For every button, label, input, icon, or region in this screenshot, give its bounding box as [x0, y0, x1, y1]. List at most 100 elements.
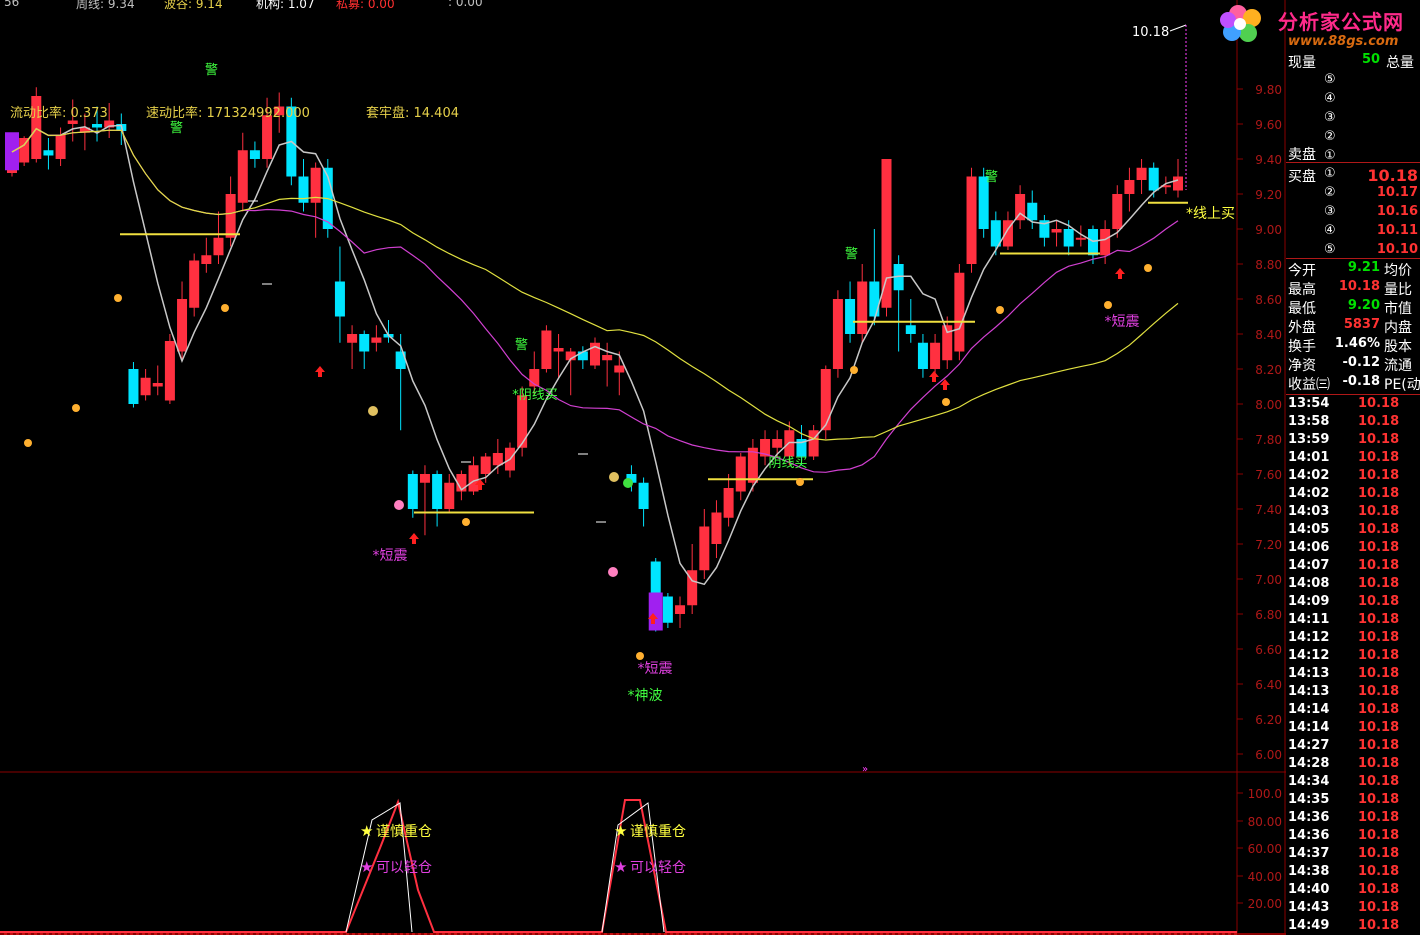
tick-price: 10.18: [1358, 828, 1400, 843]
price-tick-label: 6.40: [1255, 678, 1282, 692]
stat-right-label: 内盘: [1384, 320, 1412, 336]
candle-body: [359, 334, 370, 352]
panel-divider-2: [1286, 258, 1420, 259]
candle-body: [201, 255, 212, 264]
signal-label: 可以轻仓: [630, 860, 686, 876]
candle-body: [711, 512, 722, 544]
candle-body: [675, 605, 686, 614]
current-volume-value: 50: [1362, 52, 1381, 67]
price-tick-label: 8.00: [1255, 398, 1282, 412]
tick-price: 10.18: [1358, 918, 1400, 933]
stat-value: -0.18: [1342, 374, 1380, 389]
warning-label: 警: [845, 246, 858, 262]
candle-body: [1173, 176, 1183, 191]
hand-icon: [221, 304, 229, 312]
tick-price: 10.18: [1358, 648, 1400, 663]
candle-body: [650, 561, 661, 597]
god-wave-label: *神波: [628, 688, 663, 704]
price-tick-label: 7.80: [1255, 433, 1282, 447]
sell-level-1: ①: [1324, 148, 1336, 163]
stat-label: 净资: [1288, 358, 1316, 374]
tick-time: 14:37: [1288, 846, 1330, 861]
candle-body: [262, 115, 273, 159]
buy-level-num: ②: [1324, 185, 1336, 200]
kline-chart[interactable]: 9.80 9.60 9.40 9.20 9.00 8.80 8.60 8.40 8.20 8.00…: [0, 0, 1286, 935]
buy-level-num: ①: [1324, 166, 1336, 181]
warning-label: 警: [170, 120, 183, 136]
candle-body: [225, 194, 236, 238]
tick-price: 10.18: [1358, 576, 1400, 591]
tick-time: 14:35: [1288, 792, 1330, 807]
candle-body: [553, 348, 564, 352]
tick-price: 10.18: [1358, 864, 1400, 879]
candle-body: [371, 337, 382, 343]
signal-label: 可以轻仓: [376, 860, 432, 876]
price-tick-label: 8.40: [1255, 328, 1282, 342]
buy-level-num: ④: [1324, 223, 1336, 238]
candle-body: [152, 383, 163, 387]
badge-icon: [608, 567, 618, 577]
short-shock-label: *短震: [373, 548, 408, 564]
stat-value: 10.18: [1338, 279, 1380, 294]
total-volume-label: 总量: [1386, 55, 1414, 71]
price-tick-label: 9.00: [1255, 223, 1282, 237]
liquidity-ratio: 流动比率: 0.373: [10, 106, 108, 121]
tick-time: 14:05: [1288, 522, 1330, 537]
candle-body: [662, 596, 673, 623]
tick-time: 14:28: [1288, 756, 1330, 771]
tick-time: 14:40: [1288, 882, 1330, 897]
tick-time: 14:13: [1288, 684, 1330, 699]
panel-divider-3: [1286, 394, 1420, 395]
quick-ratio: 速动比率: 171324992.000: [146, 106, 310, 121]
logo-url: www.88gs.com: [1288, 34, 1399, 49]
candle-body: [334, 281, 345, 317]
candle-body: [55, 134, 66, 159]
stat-right-label: 股本: [1384, 339, 1412, 355]
yin-buy-label: *阴线买: [512, 388, 558, 403]
price-tick-label: 9.20: [1255, 188, 1282, 202]
site-logo: 分析家公式网 www.88gs.com: [1218, 0, 1420, 52]
tick-price: 10.18: [1358, 558, 1400, 573]
short-shock-label: *短震: [638, 661, 673, 677]
tick-time: 13:59: [1288, 432, 1330, 447]
price-tick-label: 9.80: [1255, 83, 1282, 97]
tick-time: 14:34: [1288, 774, 1330, 789]
stat-value: 1.46%: [1334, 336, 1380, 351]
tick-time: 14:36: [1288, 828, 1330, 843]
peak-pointer: [1169, 24, 1187, 32]
tick-price: 10.18: [1358, 540, 1400, 555]
tick-time: 13:54: [1288, 396, 1330, 411]
hand-icon: [636, 652, 644, 660]
candle-body: [67, 120, 78, 124]
stat-label: 换手: [1288, 339, 1316, 355]
candle-body: [772, 439, 783, 448]
buy-level-price: 10.10: [1376, 242, 1418, 257]
hand-icon: [942, 398, 950, 406]
osc-tick-label: 20.00: [1248, 897, 1282, 911]
price-tick-label: 7.20: [1255, 538, 1282, 552]
tick-price: 10.18: [1358, 666, 1400, 681]
candle-body: [1087, 229, 1098, 256]
price-tick-label: 7.40: [1255, 503, 1282, 517]
candle-body: [468, 465, 479, 492]
sell-level-3: ③: [1324, 110, 1336, 125]
candle-body: [128, 369, 139, 404]
candle-body: [614, 365, 625, 373]
candle-body: [1148, 167, 1159, 191]
candle-body: [407, 474, 418, 509]
price-tick-label: 8.60: [1255, 293, 1282, 307]
osc-tick-label: 60.00: [1248, 842, 1282, 856]
osc-tick-label: 40.00: [1248, 870, 1282, 884]
scroll-marker: »: [862, 764, 868, 775]
badge-icon: [623, 478, 633, 488]
candle-body: [19, 138, 30, 163]
wave-valley-label: 波谷: 9.14: [164, 0, 223, 11]
candle-body: [735, 456, 746, 492]
star-icon: ★: [360, 822, 373, 840]
candle-body: [966, 176, 977, 264]
current-volume-label: 现量: [1288, 55, 1316, 71]
top-left-value: 56: [4, 0, 20, 9]
badge-icon: [394, 500, 404, 510]
tick-time: 14:43: [1288, 900, 1330, 915]
buy-level-price: 10.17: [1376, 185, 1418, 200]
